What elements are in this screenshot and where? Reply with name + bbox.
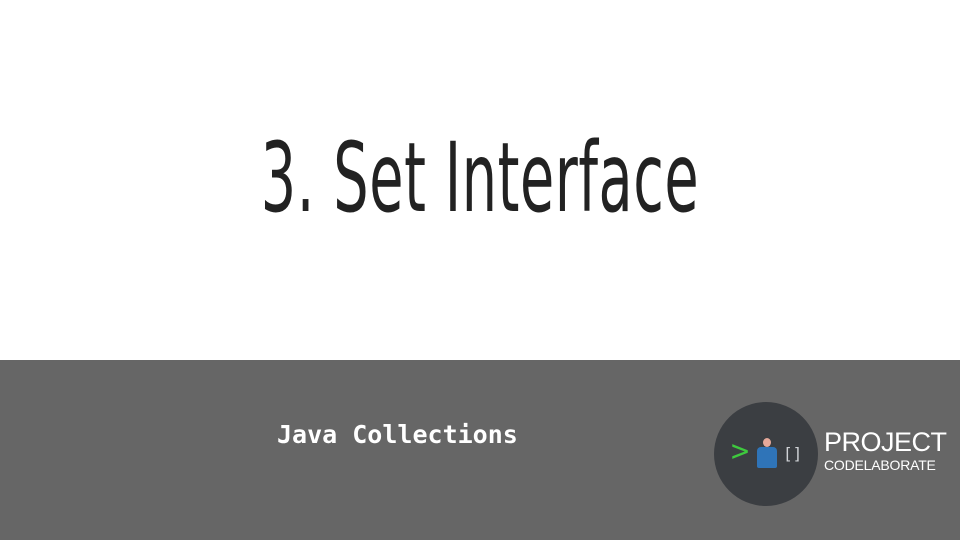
slide-title: 3. Set Interface (260, 122, 700, 234)
logo-circle: > [] (714, 402, 818, 506)
slide: 3. Set Interface Java Collections > [] P… (0, 0, 960, 540)
title-area: 3. Set Interface (0, 0, 960, 360)
logo-word-codelaborate: CODELABORATE (824, 457, 936, 473)
person-body (757, 447, 777, 468)
project-codelaborate-logo: > [] PROJECT CODELABORATE (714, 402, 954, 506)
footer-band: Java Collections > [] PROJECT CODELABORA… (0, 360, 960, 540)
brackets-icon: [] (783, 444, 803, 463)
logo-word-project: PROJECT (824, 427, 947, 457)
slide-subtitle: Java Collections (277, 420, 518, 449)
person-icon (756, 438, 778, 468)
terminal-prompt-icon: > (731, 434, 750, 469)
person-head (763, 438, 771, 447)
